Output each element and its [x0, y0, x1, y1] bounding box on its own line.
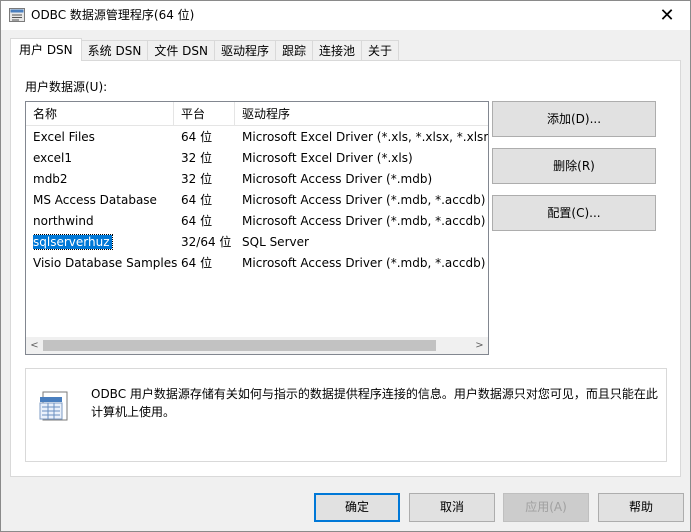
- list-row[interactable]: mdb2 32 位 Microsoft Access Driver (*.mdb…: [26, 169, 488, 190]
- list-row[interactable]: northwind 64 位 Microsoft Access Driver (…: [26, 211, 488, 232]
- row-name: MS Access Database: [33, 193, 157, 207]
- list-row[interactable]: excel1 32 位 Microsoft Excel Driver (*.xl…: [26, 148, 488, 169]
- list-row[interactable]: Visio Database Samples 64 位 Microsoft Ac…: [26, 253, 488, 274]
- row-name: Visio Database Samples: [33, 256, 178, 270]
- column-header-name[interactable]: 名称: [26, 102, 174, 126]
- scroll-right-icon[interactable]: >: [471, 337, 488, 354]
- tab-user-dsn[interactable]: 用户 DSN: [10, 38, 82, 61]
- scroll-left-icon[interactable]: <: [26, 337, 43, 354]
- cancel-button[interactable]: 取消: [409, 493, 495, 522]
- tab-about[interactable]: 关于: [361, 40, 400, 60]
- datasource-list[interactable]: 名称 平台 驱动程序 Excel Files 64 位 Microsoft Ex…: [25, 101, 489, 355]
- row-platform: 32 位: [181, 172, 213, 186]
- selected-name-highlight: sqlserverhuz: [33, 234, 113, 250]
- list-row-selected[interactable]: sqlserverhuz 32/64 位 SQL Server: [26, 232, 488, 253]
- row-driver: Microsoft Access Driver (*.mdb): [242, 172, 433, 186]
- tab-connection-pooling[interactable]: 连接池: [312, 40, 363, 60]
- tab-tracing[interactable]: 跟踪: [274, 40, 313, 60]
- list-header: 名称 平台 驱动程序: [26, 102, 488, 126]
- add-button[interactable]: 添加(D)...: [492, 101, 656, 137]
- row-name: sqlserverhuz: [33, 232, 179, 253]
- tab-system-dsn[interactable]: 系统 DSN: [80, 40, 149, 60]
- row-name: excel1: [33, 151, 73, 165]
- row-platform: 64 位: [181, 130, 213, 144]
- row-driver: Microsoft Excel Driver (*.xls, *.xlsx, *…: [242, 130, 489, 144]
- window-title: ODBC 数据源管理程序(64 位): [31, 8, 195, 22]
- row-platform: 32 位: [181, 151, 213, 165]
- row-platform: 64 位: [181, 214, 213, 228]
- column-header-platform[interactable]: 平台: [174, 102, 235, 126]
- ok-button[interactable]: 确定: [314, 493, 400, 522]
- row-driver: SQL Server: [242, 235, 309, 249]
- odbc-app-icon: [9, 8, 25, 22]
- list-row[interactable]: MS Access Database 64 位 Microsoft Access…: [26, 190, 488, 211]
- info-description: ODBC 用户数据源存储有关如何与指示的数据提供程序连接的信息。用户数据源只对您…: [91, 387, 658, 419]
- row-name: northwind: [33, 214, 94, 228]
- row-driver: Microsoft Access Driver (*.mdb, *.accdb): [242, 193, 486, 207]
- tab-drivers[interactable]: 驱动程序: [213, 40, 276, 60]
- configure-button[interactable]: 配置(C)...: [492, 195, 656, 231]
- odbc-datasource-icon: [39, 391, 68, 421]
- title-bar: ODBC 数据源管理程序(64 位) ✕: [1, 1, 690, 30]
- help-button[interactable]: 帮助: [598, 493, 684, 522]
- info-box: ODBC 用户数据源存储有关如何与指示的数据提供程序连接的信息。用户数据源只对您…: [25, 368, 667, 462]
- row-name: Excel Files: [33, 130, 95, 144]
- horizontal-scrollbar[interactable]: < >: [26, 337, 488, 354]
- row-platform: 64 位: [181, 256, 213, 270]
- remove-button[interactable]: 删除(R): [492, 148, 656, 184]
- odbc-admin-window: ODBC 数据源管理程序(64 位) ✕ 用户 DSN 系统 DSN 文件 DS…: [0, 0, 691, 532]
- scrollbar-thumb[interactable]: [43, 340, 436, 351]
- close-icon: ✕: [659, 5, 675, 26]
- tab-strip: 用户 DSN 系统 DSN 文件 DSN 驱动程序 跟踪 连接池 关于: [10, 38, 400, 61]
- row-driver: Microsoft Access Driver (*.mdb, *.accdb): [242, 214, 486, 228]
- row-driver: Microsoft Excel Driver (*.xls): [242, 151, 413, 165]
- row-name: mdb2: [33, 172, 68, 186]
- column-header-driver[interactable]: 驱动程序: [235, 102, 488, 126]
- user-datasources-label: 用户数据源(U):: [25, 80, 108, 94]
- apply-button[interactable]: 应用(A): [503, 493, 589, 522]
- row-driver: Microsoft Access Driver (*.mdb, *.accdb): [242, 256, 486, 270]
- close-button[interactable]: ✕: [644, 1, 690, 30]
- row-platform: 32/64 位: [181, 235, 232, 249]
- row-platform: 64 位: [181, 193, 213, 207]
- tab-file-dsn[interactable]: 文件 DSN: [147, 40, 215, 60]
- list-row[interactable]: Excel Files 64 位 Microsoft Excel Driver …: [26, 127, 488, 148]
